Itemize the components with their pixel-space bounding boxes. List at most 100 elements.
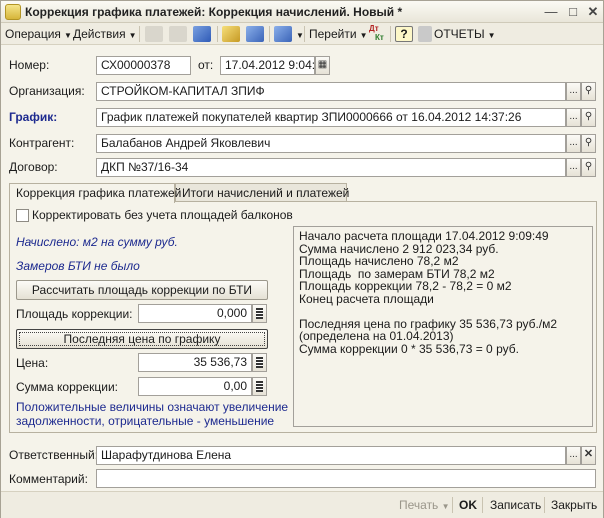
search-icon[interactable]: ⚲ [581, 82, 596, 101]
separator [269, 26, 270, 42]
dropdown-arrow-icon: ▼ [128, 31, 137, 40]
area-label: Площадь коррекции: [16, 307, 133, 321]
structure-icon[interactable] [246, 26, 264, 42]
separator [452, 497, 453, 513]
responsible-label: Ответственный: [9, 448, 99, 462]
tab-schedule-correction[interactable]: Коррекция графика платежей [9, 183, 181, 203]
calculation-log: Начало расчета площади 17.04.2012 9:09:4… [293, 226, 593, 427]
separator [304, 26, 305, 42]
tab-totals[interactable]: Итоги начислений и платежей [175, 183, 349, 202]
document-window: Коррекция графика платежей: Коррекция на… [0, 0, 604, 518]
balcony-checkbox-label: Корректировать без учета площадей балкон… [32, 208, 293, 222]
reports-label: ОТЧЕТЫ [434, 27, 485, 41]
calculator-icon[interactable] [252, 353, 267, 372]
number-field[interactable]: СХ00000378 [96, 56, 191, 75]
responsible-select-button[interactable]: ... [566, 446, 581, 465]
from-label: от: [198, 58, 214, 72]
contract-label: Договор: [9, 160, 58, 174]
search-icon[interactable]: ⚲ [581, 134, 596, 153]
number-label: Номер: [9, 58, 50, 72]
clear-icon[interactable]: ✕ [581, 446, 596, 465]
app-icon [5, 4, 21, 20]
close-window-button[interactable]: ✕ [583, 3, 603, 20]
footer-bar: Печать ▼ OK Записать Закрыть [1, 491, 603, 518]
contract-field[interactable]: ДКП №37/16-34 [96, 158, 566, 177]
search-icon[interactable]: ⚲ [581, 158, 596, 177]
window-title: Коррекция графика платежей: Коррекция на… [25, 5, 403, 19]
date-field[interactable]: 17.04.2012 9:04:3 [220, 56, 315, 75]
price-field[interactable]: 35 536,73 [138, 353, 252, 372]
positive-note-line1: Положительные величины означают увеличен… [16, 400, 289, 414]
operation-menu[interactable]: Операция ▼ [5, 25, 72, 43]
copy-document-icon[interactable] [222, 26, 240, 42]
comment-field[interactable] [96, 469, 596, 488]
balcony-checkbox[interactable] [16, 209, 29, 222]
accrued-note: Начислено: м2 на сумму руб. [16, 235, 178, 249]
counterparty-select-button[interactable]: ... [566, 134, 581, 153]
unpost-icon[interactable] [169, 26, 187, 42]
post-icon[interactable] [145, 26, 163, 42]
calculate-area-button[interactable]: Рассчитать площадь коррекции по БТИ [16, 280, 268, 300]
schedule-field[interactable]: График платежей покупателей квартир ЗПИ0… [96, 108, 566, 127]
operation-label: Операция [5, 27, 61, 41]
positive-note-line2: задолженности, отрицательные - уменьшени… [16, 414, 275, 428]
sum-label: Сумма коррекции: [16, 380, 118, 394]
title-bar: Коррекция графика платежей: Коррекция на… [1, 1, 603, 23]
actions-menu[interactable]: Действия ▼ [73, 25, 137, 43]
contract-select-button[interactable]: ... [566, 158, 581, 177]
separator [544, 497, 545, 513]
bti-note: Замеров БТИ не было [16, 259, 140, 273]
organization-select-button[interactable]: ... [566, 82, 581, 101]
log-line: (определена на 01.04.2013) [299, 329, 454, 343]
organization-label: Организация: [9, 84, 85, 98]
tab-control: Коррекция графика платежей Итоги начисле… [9, 183, 597, 433]
reports-menu[interactable]: ОТЧЕТЫ ▼ [434, 25, 496, 43]
separator [482, 497, 483, 513]
log-line: Площадь коррекции 78,2 - 78,2 = 0 м2 [299, 279, 512, 293]
sum-field[interactable]: 0,00 [138, 377, 252, 396]
minimize-button[interactable]: — [541, 3, 561, 20]
print-label: Печать [399, 498, 439, 512]
organization-field[interactable]: СТРОЙКОМ-КАПИТАЛ ЗПИФ [96, 82, 566, 101]
log-line: Площадь начислено 78,2 м2 [299, 254, 459, 268]
log-line: Сумма коррекции 0 * 35 536,73 = 0 руб. [299, 341, 519, 356]
area-field[interactable]: 0,000 [138, 304, 252, 323]
dropdown-arrow-icon: ▼ [441, 502, 450, 511]
print-button[interactable]: Печать ▼ [399, 498, 450, 512]
dropdown-arrow-icon: ▼ [296, 31, 304, 40]
separator [217, 26, 218, 42]
comment-label: Комментарий: [9, 472, 88, 486]
schedule-label: График: [9, 110, 58, 124]
refresh-icon[interactable] [193, 26, 211, 42]
price-label: Цена: [16, 356, 49, 370]
responsible-field[interactable]: Шарафутдинова Елена [96, 446, 566, 465]
counterparty-field[interactable]: Балабанов Андрей Яковлевич [96, 134, 566, 153]
close-button[interactable]: Закрыть [551, 498, 597, 512]
separator [139, 26, 140, 42]
toolbar: Операция ▼ Действия ▼ ▼ Перейти ▼ Дт Кт ? ОТ… [1, 23, 603, 45]
actions-label: Действия [73, 27, 126, 41]
dropdown-arrow-icon: ▼ [63, 31, 72, 40]
calendar-icon[interactable]: ▦ [315, 56, 330, 75]
goto-label: Перейти [309, 27, 357, 41]
dropdown-arrow-icon: ▼ [359, 31, 368, 40]
calculator-icon[interactable] [252, 377, 267, 396]
search-icon[interactable]: ⚲ [581, 108, 596, 127]
log-line: Начало расчета площади 17.04.2012 9:09:4… [299, 229, 549, 243]
log-line: Конец расчета площади [299, 291, 434, 306]
last-price-button[interactable]: Последняя цена по графику [16, 329, 268, 349]
tab-panel: Корректировать без учета площадей балкон… [9, 201, 597, 433]
separator [390, 26, 391, 42]
calculator-icon[interactable] [252, 304, 267, 323]
dtkt-icon[interactable]: Дт Кт [369, 24, 384, 42]
based-on-icon[interactable] [274, 26, 292, 42]
maximize-button[interactable]: □ [563, 3, 583, 20]
goto-menu[interactable]: Перейти ▼ [309, 25, 367, 43]
help-icon[interactable]: ? [395, 26, 413, 42]
save-button[interactable]: Записать [490, 498, 541, 512]
schedule-select-button[interactable]: ... [566, 108, 581, 127]
dropdown-arrow-icon: ▼ [487, 31, 496, 40]
based-on-dropdown[interactable]: ▼ [293, 25, 304, 43]
ok-button[interactable]: OK [459, 498, 477, 512]
